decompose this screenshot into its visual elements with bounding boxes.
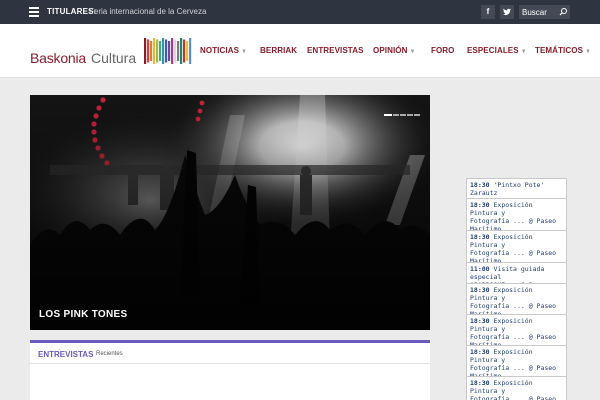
nav-noticias[interactable]: NOTICIAS ▼ (200, 46, 247, 55)
event-text: Fotografía ... @ Paseo (470, 395, 557, 400)
nav-berriak[interactable]: BERRIAK (260, 46, 297, 55)
event-time: 18:30 (470, 317, 490, 325)
entrevistas-title[interactable]: ENTREVISTAS (38, 350, 93, 359)
entrevistas-section: ENTREVISTAS Recientes (30, 340, 430, 400)
search-input[interactable] (519, 5, 557, 19)
event-time: 18:30 (470, 379, 490, 387)
slider-pagination (383, 103, 420, 121)
event-time: 18:30 (470, 233, 490, 241)
slider-dot[interactable] (393, 114, 399, 116)
chevron-down-icon: ▼ (585, 49, 592, 55)
logo-color-bars-icon (144, 38, 192, 64)
chevron-down-icon: ▼ (409, 49, 416, 55)
search-box (519, 5, 570, 19)
nav-tematicos[interactable]: TEMÁTICOS ▼ (535, 46, 591, 55)
entrevistas-subtitle: Recientes (96, 351, 123, 357)
event-text: Fotografía ... @ Paseo (470, 249, 557, 257)
nav-foro[interactable]: FORO (431, 46, 455, 55)
facebook-icon[interactable]: f (481, 5, 495, 19)
featured-slider[interactable]: LOS PINK TONES (30, 95, 430, 330)
hamburger-menu-icon[interactable] (29, 7, 39, 17)
nav-entrevistas[interactable]: ENTREVISTAS (307, 46, 364, 55)
event-text: Fotografía ... @ Paseo (470, 217, 557, 225)
slider-dot[interactable] (414, 114, 420, 116)
logo-text-baskonia: Baskonia (30, 50, 86, 66)
slider-dot[interactable] (384, 114, 392, 116)
event-text: Fotografía ... @ Paseo (470, 364, 557, 372)
event-time: 18:30 (470, 181, 490, 189)
slider-dot[interactable] (400, 114, 406, 116)
event-time: 18:30 (470, 201, 490, 209)
site-header: Baskonia Cultura NOTICIAS ▼ BERRIAK ENTRE… (0, 24, 600, 78)
site-logo[interactable]: Baskonia Cultura (30, 38, 195, 66)
logo-text-cultura: Cultura (91, 50, 137, 66)
top-bar: TITULARES: Feria internacional de la Cer… (0, 0, 600, 24)
nav-opinion[interactable]: OPINIÓN ▼ (373, 46, 416, 55)
event-time: 11:00 (470, 265, 490, 273)
event-time: 18:30 (470, 348, 490, 356)
search-icon[interactable] (558, 7, 568, 17)
divider (30, 363, 430, 364)
twitter-icon[interactable] (500, 5, 514, 19)
nav-especiales[interactable]: ESPECIALES ▼ (467, 46, 527, 55)
event-item[interactable]: 18:30 Exposición Pintura y Fotografía ...… (466, 376, 567, 400)
event-text: Fotografía ... @ Paseo (470, 333, 557, 341)
slide-caption[interactable]: LOS PINK TONES (39, 309, 127, 320)
slider-dot[interactable] (407, 114, 413, 116)
titulares-headline-link[interactable]: Feria internacional de la Cerveza (89, 7, 206, 16)
event-time: 18:30 (470, 286, 490, 294)
chevron-down-icon: ▼ (520, 49, 527, 55)
event-text: Fotografía ... @ Paseo (470, 302, 557, 310)
concert-photo (30, 95, 430, 330)
chevron-down-icon: ▼ (241, 49, 248, 55)
